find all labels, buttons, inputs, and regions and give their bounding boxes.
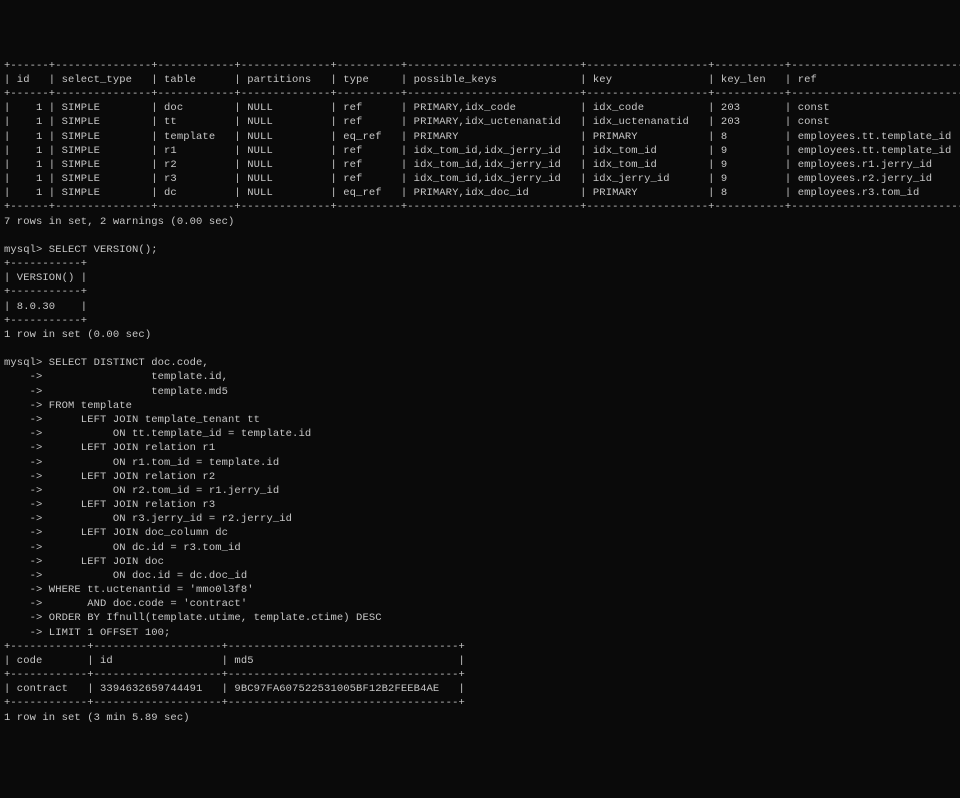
terminal-output: +------+---------------+------------+---… bbox=[4, 59, 956, 725]
